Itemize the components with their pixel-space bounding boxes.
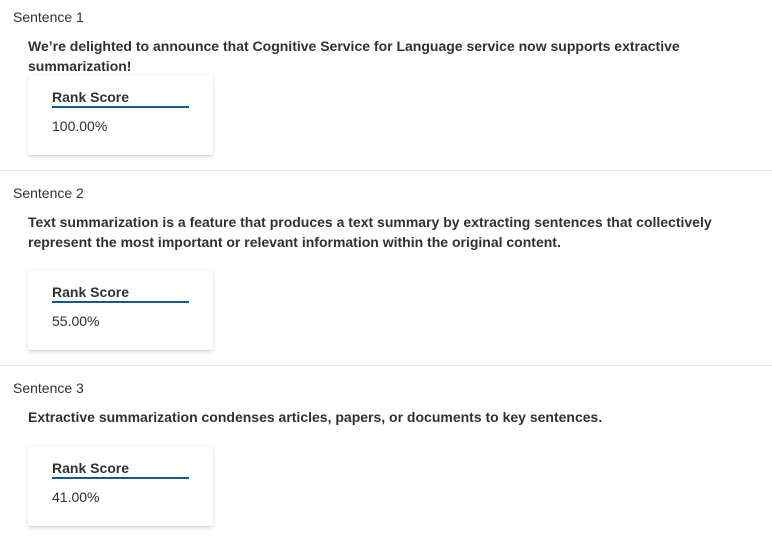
rank-score-value: 41.00%	[52, 489, 100, 505]
sentence-label: Sentence 3	[13, 380, 84, 396]
rank-score-title: Rank Score	[52, 284, 189, 303]
rank-score-title: Rank Score	[52, 89, 189, 108]
sentence-text: Text summarization is a feature that pro…	[28, 214, 712, 250]
rank-score-title: Rank Score	[52, 460, 189, 479]
section-divider	[0, 170, 772, 171]
rank-score-card: Rank Score 100.00%	[28, 75, 213, 155]
section-divider	[0, 365, 772, 366]
rank-score-card: Rank Score 41.00%	[28, 446, 213, 526]
sentence-text: Extractive summarization condenses artic…	[28, 409, 603, 425]
sentence-label: Sentence 1	[13, 9, 84, 25]
sentence-label: Sentence 2	[13, 185, 84, 201]
sentence-text: We’re delighted to announce that Cogniti…	[28, 38, 680, 74]
rank-score-value: 100.00%	[52, 118, 108, 134]
rank-score-value: 55.00%	[52, 313, 100, 329]
rank-score-card: Rank Score 55.00%	[28, 270, 213, 350]
